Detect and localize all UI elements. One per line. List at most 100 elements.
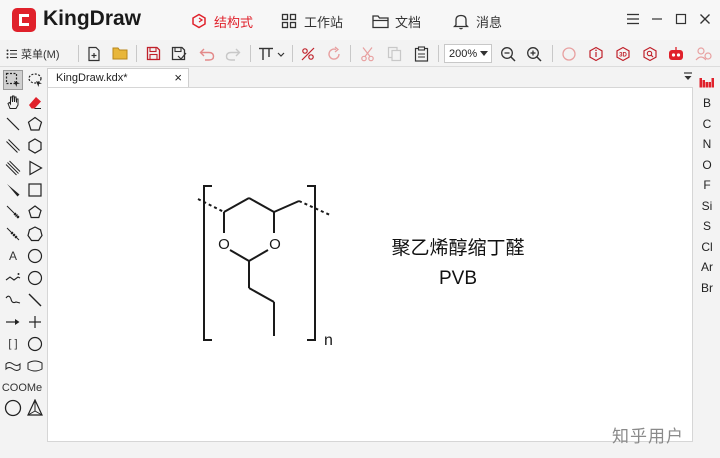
hexagon-tool-button[interactable] bbox=[585, 43, 607, 64]
marquee-select-tool[interactable] bbox=[3, 70, 23, 90]
element-f[interactable]: F bbox=[694, 175, 720, 195]
chain-bond bbox=[248, 287, 275, 303]
element-cl[interactable]: Cl bbox=[694, 237, 720, 257]
curved-chain-tool[interactable] bbox=[3, 290, 23, 310]
search-structure-button[interactable] bbox=[639, 43, 661, 64]
wedge-bond-icon bbox=[7, 184, 20, 197]
double-bond-tool[interactable] bbox=[3, 136, 23, 156]
document-tab[interactable]: KingDraw.kdx* × bbox=[47, 68, 189, 87]
user-share-button[interactable] bbox=[693, 43, 715, 64]
eraser-icon bbox=[29, 97, 41, 109]
triple-bond-tool[interactable] bbox=[3, 158, 23, 178]
rotate-button[interactable] bbox=[323, 43, 345, 64]
element-o[interactable]: O bbox=[694, 155, 720, 175]
tab-workstation-label: 工作站 bbox=[304, 14, 344, 30]
oxygen-atom: O bbox=[269, 236, 281, 253]
bracket-tool[interactable]: [ ] bbox=[3, 334, 23, 354]
save-button[interactable] bbox=[142, 43, 164, 64]
eraser-tool[interactable] bbox=[25, 92, 45, 112]
chain-icon bbox=[5, 273, 21, 281]
kingdraw-logo-icon bbox=[12, 8, 36, 32]
line-tool[interactable] bbox=[25, 290, 45, 310]
hashed-bond-tool[interactable] bbox=[3, 202, 23, 222]
element-c[interactable]: C bbox=[694, 114, 720, 134]
dropdown-caret-icon bbox=[480, 51, 488, 56]
functional-group-tool[interactable]: COOMe bbox=[2, 378, 42, 398]
save-as-button[interactable] bbox=[168, 43, 190, 64]
close-tab-icon[interactable]: × bbox=[174, 70, 182, 85]
zoom-value: 200% bbox=[449, 47, 478, 60]
chain-tool[interactable] bbox=[3, 268, 23, 288]
template-library-tool[interactable] bbox=[25, 398, 45, 418]
element-ar[interactable]: Ar bbox=[694, 257, 720, 277]
circle-tool[interactable] bbox=[25, 268, 45, 288]
wave-bond-tool[interactable] bbox=[3, 356, 23, 376]
maximize-icon[interactable] bbox=[670, 8, 692, 30]
zoom-select[interactable]: 200% bbox=[444, 44, 492, 63]
backbone-bond bbox=[223, 197, 250, 213]
copy-button[interactable] bbox=[383, 43, 405, 64]
wedge-bond-tool[interactable] bbox=[3, 180, 23, 200]
drawing-canvas[interactable]: O O n 聚乙烯醇缩丁醛 PVB bbox=[47, 87, 693, 442]
robot-icon bbox=[669, 46, 683, 60]
tab-documents[interactable]: 文档 bbox=[371, 10, 421, 32]
heptagon-ring-tool[interactable] bbox=[25, 224, 45, 244]
tab-structure[interactable]: 结构式 bbox=[190, 10, 253, 32]
close-window-icon[interactable] bbox=[694, 8, 716, 30]
paste-button[interactable] bbox=[410, 43, 432, 64]
octagon-ring-tool[interactable] bbox=[25, 246, 45, 266]
lasso-select-tool[interactable] bbox=[25, 70, 45, 90]
text-tool[interactable]: A bbox=[3, 246, 23, 266]
hand-tool[interactable] bbox=[3, 92, 23, 112]
element-si[interactable]: Si bbox=[694, 196, 720, 216]
circle-template-icon bbox=[4, 399, 22, 417]
orbital-tool[interactable] bbox=[25, 334, 45, 354]
ring-icon bbox=[562, 46, 576, 61]
new-file-button[interactable] bbox=[83, 43, 105, 64]
svg-text:3D: 3D bbox=[619, 52, 627, 58]
save-as-icon bbox=[171, 46, 187, 61]
undo-button[interactable] bbox=[196, 43, 218, 64]
element-br[interactable]: Br bbox=[694, 278, 720, 298]
zoom-in-button[interactable] bbox=[523, 43, 545, 64]
plus-tool[interactable] bbox=[25, 312, 45, 332]
3d-view-button[interactable]: 3D bbox=[612, 43, 634, 64]
clean-structure-button[interactable] bbox=[558, 43, 580, 64]
menu-button[interactable]: 菜单(M) bbox=[6, 44, 60, 63]
minimize-icon[interactable] bbox=[646, 8, 668, 30]
hexagon-ring-tool[interactable] bbox=[25, 136, 45, 156]
element-s[interactable]: S bbox=[694, 216, 720, 236]
element-b[interactable]: B bbox=[694, 93, 720, 113]
triangle-ring-tool[interactable] bbox=[25, 158, 45, 178]
square-ring-tool[interactable] bbox=[25, 180, 45, 200]
tab-list-icon[interactable] bbox=[683, 70, 693, 82]
cut-button[interactable] bbox=[356, 43, 378, 64]
square-icon bbox=[28, 183, 42, 197]
shape-tool[interactable] bbox=[25, 356, 45, 376]
reaction-arrow-tool[interactable] bbox=[3, 312, 23, 332]
3d-icon: 3D bbox=[616, 46, 630, 61]
align-dropdown-button[interactable] bbox=[256, 43, 288, 64]
hamburger-menu-icon[interactable] bbox=[622, 8, 644, 30]
flip-button[interactable] bbox=[297, 43, 319, 64]
ai-recognize-button[interactable] bbox=[665, 43, 687, 64]
ribbon-icon bbox=[27, 360, 43, 372]
toolbar-divider bbox=[350, 45, 351, 62]
redo-button[interactable] bbox=[222, 43, 244, 64]
tab-workstation[interactable]: 工作站 bbox=[280, 10, 343, 32]
pentagon-ring-tool[interactable] bbox=[25, 114, 45, 134]
tab-messages-label: 消息 bbox=[476, 14, 503, 30]
hashed-wedge-icon bbox=[6, 227, 20, 241]
hexagon-icon bbox=[28, 138, 42, 154]
pentagon-alt-tool[interactable] bbox=[25, 202, 45, 222]
ring-template-tool[interactable] bbox=[3, 398, 23, 418]
single-bond-tool[interactable] bbox=[3, 114, 23, 134]
pentagon-icon bbox=[27, 116, 43, 131]
open-file-button[interactable] bbox=[109, 43, 131, 64]
element-n[interactable]: N bbox=[694, 134, 720, 154]
tab-messages[interactable]: 消息 bbox=[452, 10, 502, 32]
bold-bond-tool[interactable] bbox=[3, 224, 23, 244]
heptagon-icon bbox=[27, 226, 43, 242]
zoom-out-button[interactable] bbox=[497, 43, 519, 64]
periodic-table-button[interactable] bbox=[694, 72, 720, 92]
